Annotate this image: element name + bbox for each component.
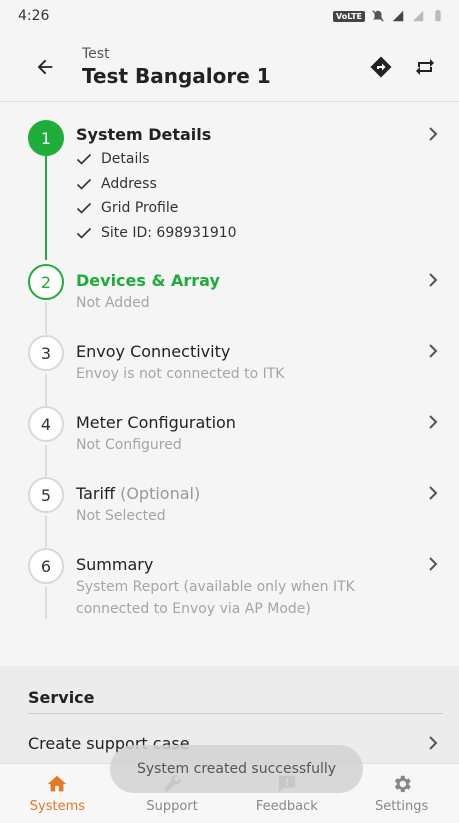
check-label: Site ID: 698931910 [101,224,237,241]
swap-icon[interactable] [413,55,437,79]
signal-secondary-icon [412,10,424,22]
step-title: Meter Configuration [76,413,236,432]
status-bar: 4:26 VoLTE [0,0,459,32]
step-number: 1 [28,120,64,156]
check-item: Site ID: 698931910 [76,221,409,246]
check-item: Grid Profile [76,196,409,221]
nav-systems[interactable]: Systems [0,764,115,823]
completed-checks: Details Address Grid Profile Site ID: 69… [76,147,409,245]
nav-label: Feedback [255,799,318,814]
step-number: 3 [28,335,64,371]
step-subtitle: Not Selected [76,508,166,524]
check-item: Address [76,172,409,197]
step-subtitle: Not Added [76,295,150,311]
chevron-right-icon [429,273,438,287]
chevron-right-icon [429,736,438,750]
check-icon [76,203,92,214]
battery-icon [435,9,441,22]
step-system-details[interactable]: 1 System Details Details Address Grid Pr… [0,118,459,264]
check-icon [76,227,92,239]
page-title: Test Bangalore 1 [82,63,271,88]
chevron-right-icon [429,344,438,358]
check-label: Address [101,175,157,192]
service-title: Service [28,688,443,714]
step-title: Devices & Array [76,271,220,290]
nav-label: Support [146,799,198,814]
signal-icon [392,10,404,22]
step-subtitle: Envoy is not connected to ITK [76,366,285,382]
app-header: Test Test Bangalore 1 [0,32,459,102]
mute-icon [372,10,384,22]
chevron-right-icon [429,486,438,500]
header-titles: Test Test Bangalore 1 [82,46,369,88]
step-title: Summary [76,555,154,574]
nav-label: Settings [374,799,429,814]
step-title: Envoy Connectivity [76,342,231,361]
check-icon [76,154,92,165]
check-label: Grid Profile [101,200,179,216]
setup-steps: 1 System Details Details Address Grid Pr… [0,102,459,666]
nav-label: Systems [29,799,85,814]
back-button[interactable] [30,52,60,82]
check-label: Details [101,151,150,167]
step-envoy-connectivity[interactable]: 3 Envoy Connectivity Envoy is not connec… [0,335,459,406]
step-title: Tariff [76,484,115,503]
step-title-row: Tariff (Optional) [76,477,409,505]
status-time: 4:26 [18,8,50,24]
check-icon [76,178,92,190]
step-number: 6 [28,548,64,584]
step-meter-configuration[interactable]: 4 Meter Configuration Not Configured [0,406,459,477]
optional-label: (Optional) [120,484,201,503]
directions-icon[interactable] [369,55,393,79]
step-number: 5 [28,477,64,513]
step-number: 4 [28,406,64,442]
status-icons: VoLTE [333,9,445,23]
arrow-left-icon [37,59,53,74]
chevron-right-icon [429,557,438,571]
volte-icon: VoLTE [333,10,365,22]
chevron-right-icon [429,127,438,141]
header-actions [369,55,437,79]
step-number: 2 [28,264,64,300]
header-subtitle: Test [82,45,110,62]
step-tariff[interactable]: 5 Tariff (Optional) Not Selected [0,477,459,548]
step-title: System Details [76,125,212,144]
toast-message: System created successfully [110,745,363,793]
step-devices-array[interactable]: 2 Devices & Array Not Added [0,264,459,335]
home-icon [48,775,67,792]
step-subtitle: Not Configured [76,437,182,453]
step-summary[interactable]: 6 Summary System Report (available only … [0,548,459,640]
chevron-right-icon [429,415,438,429]
step-subtitle: connected to Envoy via AP Mode) [76,601,311,617]
step-subtitle: System Report (available only when ITK [76,579,355,595]
gear-icon [394,775,411,793]
check-item: Details [76,147,409,172]
